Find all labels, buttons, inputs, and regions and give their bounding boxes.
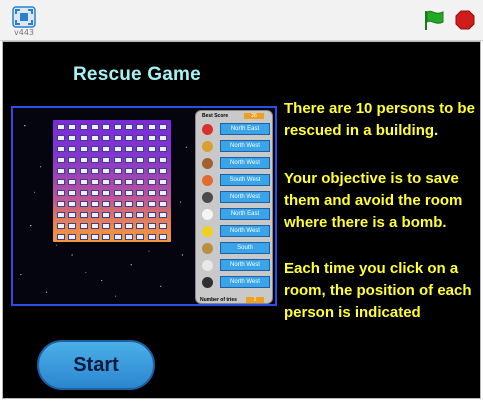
person-avatar-icon	[202, 124, 213, 135]
game-stage[interactable]: Rescue Game Best Score 26 North East Nor…	[2, 41, 481, 399]
best-score-label: Best Score	[202, 113, 229, 119]
best-score-value: 26	[244, 113, 264, 119]
building-floor[interactable]	[57, 124, 167, 130]
instruction-1: There are 10 persons to be rescued in a …	[284, 100, 475, 139]
person-direction: North West	[220, 191, 270, 203]
person-avatar-icon	[202, 158, 213, 169]
person-avatar-icon	[202, 277, 213, 288]
green-flag-icon[interactable]	[423, 9, 445, 31]
player-toolbar: v443	[0, 0, 483, 41]
building-floor[interactable]	[57, 157, 167, 163]
building-floor[interactable]	[57, 190, 167, 196]
building[interactable]	[53, 120, 171, 242]
persons-panel: Best Score 26 North East North West Nort…	[195, 110, 273, 304]
building-floor[interactable]	[57, 201, 167, 207]
building-floor[interactable]	[57, 234, 167, 240]
person-direction: North West	[220, 140, 270, 152]
tries-value: 2	[246, 297, 264, 303]
person-direction: North West	[220, 157, 270, 169]
instruction-3: Each time you click on a room, the posit…	[284, 260, 472, 321]
building-floor[interactable]	[57, 212, 167, 218]
building-floor[interactable]	[57, 146, 167, 152]
person-row: North West	[202, 276, 272, 289]
person-avatar-icon	[202, 260, 213, 271]
person-direction: North West	[220, 225, 270, 237]
person-row: North West	[202, 157, 272, 170]
version-label: v443	[14, 28, 35, 37]
person-row: North East	[202, 123, 272, 136]
person-direction: North East	[220, 123, 270, 135]
person-row: North East	[202, 208, 272, 221]
fullscreen-icon[interactable]	[12, 6, 36, 28]
person-row: North West	[202, 225, 272, 238]
person-avatar-icon	[202, 226, 213, 237]
person-row: North West	[202, 191, 272, 204]
person-avatar-icon	[202, 175, 213, 186]
game-title: Rescue Game	[73, 64, 201, 85]
person-direction: North West	[220, 276, 270, 288]
person-avatar-icon	[202, 209, 213, 220]
person-direction: South West	[220, 174, 270, 186]
person-row: South	[202, 242, 272, 255]
instruction-2: Your objective is to save them and avoid…	[284, 170, 463, 231]
person-row: North West	[202, 140, 272, 153]
person-avatar-icon	[202, 243, 213, 254]
person-avatar-icon	[202, 141, 213, 152]
stop-icon[interactable]	[455, 10, 475, 30]
building-floor[interactable]	[57, 135, 167, 141]
person-direction: North East	[220, 208, 270, 220]
building-floor[interactable]	[57, 168, 167, 174]
person-direction: South	[220, 242, 270, 254]
person-row: South West	[202, 174, 272, 187]
person-avatar-icon	[202, 192, 213, 203]
person-direction: North West	[220, 259, 270, 271]
building-floor[interactable]	[57, 179, 167, 185]
tries-label: Number of tries	[200, 297, 237, 303]
start-button[interactable]: Start	[37, 340, 155, 390]
game-preview: Best Score 26 North East North West Nort…	[11, 106, 277, 306]
person-row: North West	[202, 259, 272, 272]
building-floor[interactable]	[57, 223, 167, 229]
